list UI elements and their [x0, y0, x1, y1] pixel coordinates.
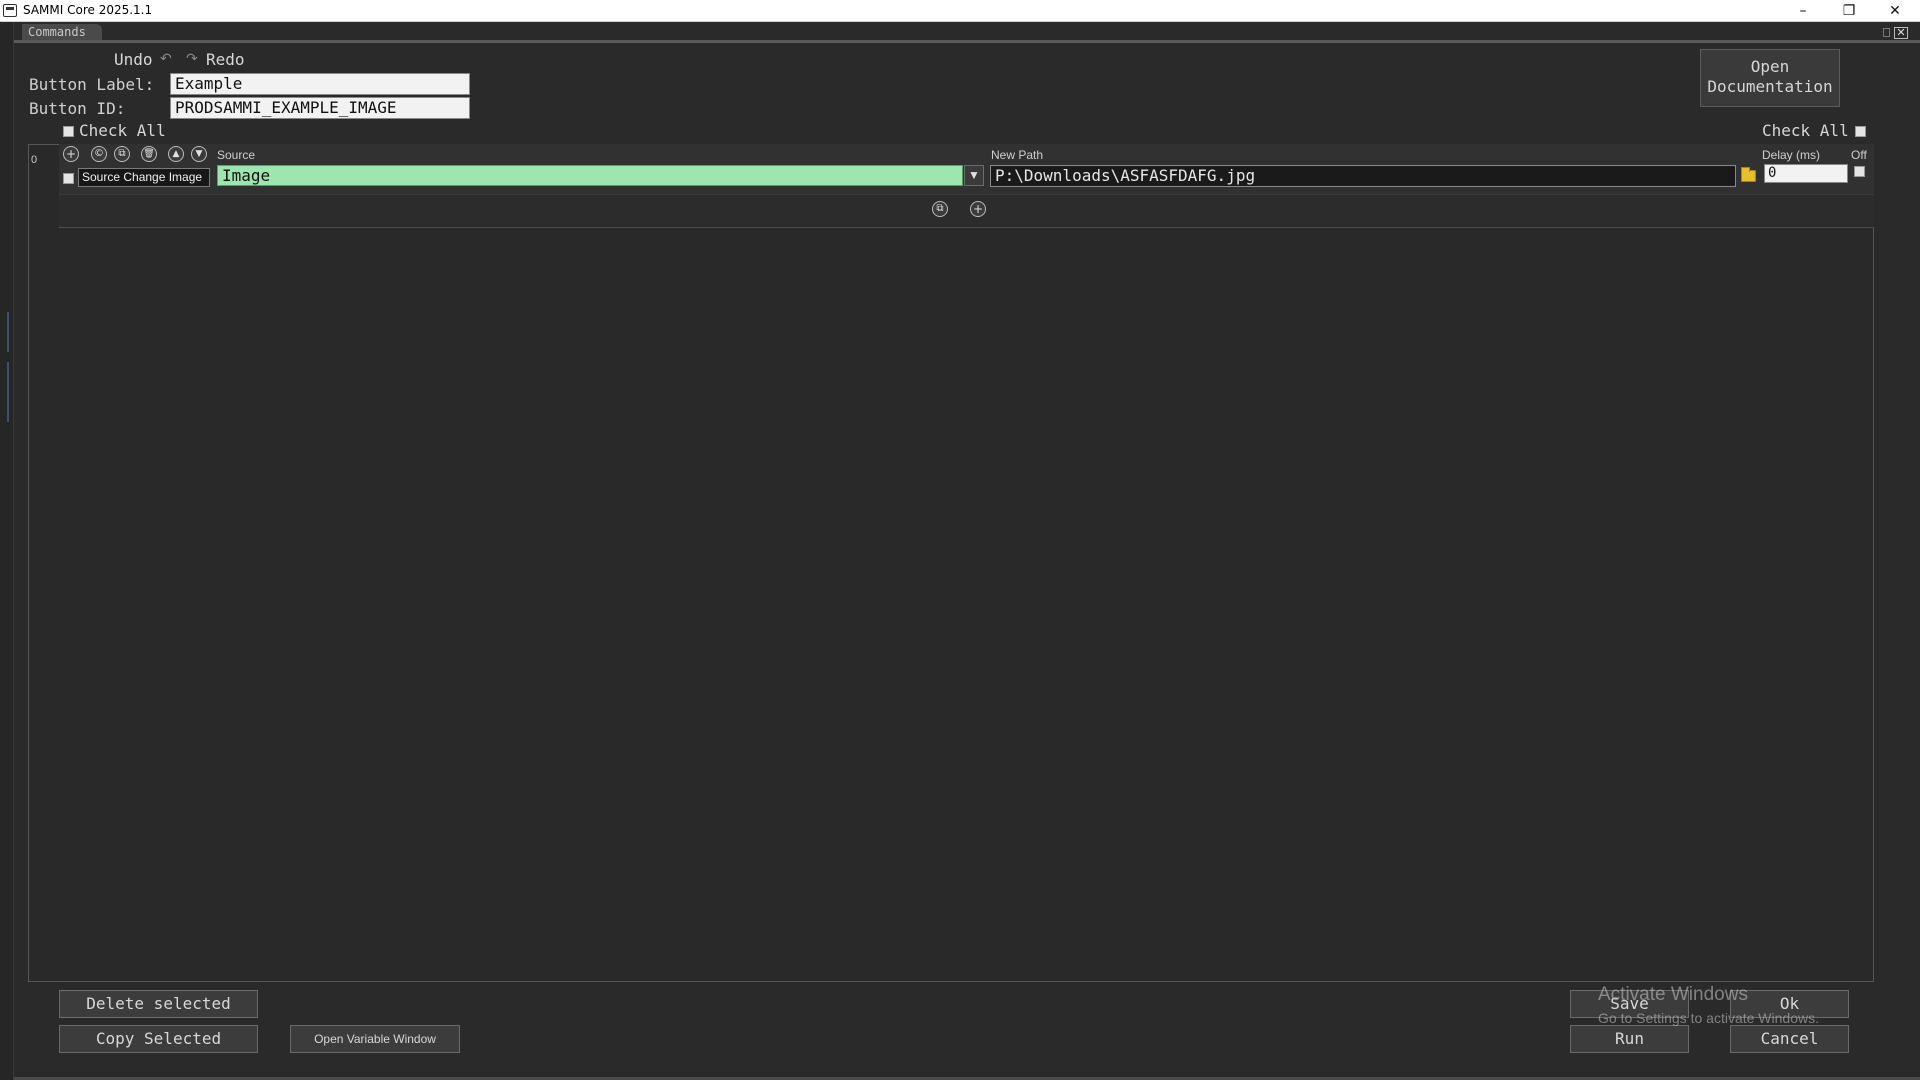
source-select[interactable]: Image [217, 165, 963, 186]
paste-command-icon[interactable]: ⧉ [114, 146, 130, 162]
tab-divider [14, 40, 1920, 43]
window-title: SAMMI Core 2025.1.1 [23, 3, 153, 17]
run-button[interactable]: Run [1570, 1025, 1689, 1053]
new-path-caption: New Path [991, 148, 1044, 162]
close-window-button[interactable]: ✕ [1872, 0, 1918, 22]
open-documentation-line1: Open [1750, 57, 1790, 76]
copy-selected-button[interactable]: Copy Selected [59, 1025, 258, 1053]
minimize-button[interactable]: – [1780, 0, 1826, 22]
check-all-right-label: Check All [1762, 121, 1849, 140]
redo-button[interactable]: Redo [206, 50, 245, 69]
delete-selected-button[interactable]: Delete selected [59, 990, 258, 1018]
open-documentation-line2: Documentation [1707, 77, 1833, 96]
button-id-caption: Button ID: [29, 99, 126, 118]
resize-handle-icon[interactable] [1883, 28, 1890, 37]
add-command-bar [59, 194, 1874, 228]
move-down-icon[interactable]: ▼ [191, 146, 207, 162]
tab-commands[interactable]: Commands [22, 24, 102, 40]
button-label-input[interactable]: Example [170, 73, 470, 95]
undo-button[interactable]: Undo [114, 50, 153, 69]
close-panel-icon[interactable]: ✕ [1894, 27, 1908, 39]
copy-command-icon[interactable]: © [91, 146, 107, 162]
move-up-icon[interactable]: ▲ [168, 146, 184, 162]
cancel-button[interactable]: Cancel [1730, 1025, 1849, 1053]
button-id-input[interactable]: PRODSAMMI_EXAMPLE_IMAGE [170, 97, 470, 119]
app-icon [3, 4, 17, 17]
new-path-input[interactable]: P:\Downloads\ASFASFDAFG.jpg [990, 165, 1736, 187]
off-caption: Off [1851, 148, 1867, 162]
folder-icon[interactable] [1741, 167, 1756, 182]
check-all-right-checkbox[interactable] [1855, 126, 1866, 137]
strip-mark [7, 362, 9, 422]
delete-command-icon[interactable]: 🗑 [141, 146, 157, 162]
redo-icon[interactable]: ↷ [186, 50, 202, 66]
undo-icon[interactable]: ↶ [160, 50, 176, 66]
check-all-left-label: Check All [79, 121, 166, 140]
commands-window: Commands ✕ Undo ↶ ↷ Redo Button Label: E… [0, 22, 1920, 1080]
left-side-strip [0, 22, 14, 1080]
paste-below-icon[interactable]: ⧉ [932, 201, 948, 217]
check-all-left-checkbox[interactable] [63, 126, 74, 137]
activate-windows-watermark: Activate Windows [1598, 984, 1748, 1005]
title-bar: SAMMI Core 2025.1.1 – ❐ ✕ [0, 0, 1920, 22]
add-command-icon[interactable]: + [63, 146, 79, 162]
row-index: 0 [31, 154, 38, 166]
add-below-icon[interactable]: + [970, 201, 986, 217]
source-caption: Source [217, 148, 256, 162]
command-name-label: Source Change Image [78, 168, 210, 187]
restore-button[interactable]: ❐ [1826, 0, 1872, 22]
strip-mark [7, 312, 9, 352]
delay-input[interactable]: 0 [1764, 164, 1848, 183]
open-documentation-button[interactable]: Open Documentation [1700, 49, 1840, 107]
chevron-down-icon[interactable]: ▼ [964, 165, 984, 186]
command-list-panel [28, 144, 1874, 982]
activate-windows-subtext: Go to Settings to activate Windows. [1598, 1010, 1819, 1026]
off-checkbox[interactable] [1854, 166, 1865, 177]
delay-caption: Delay (ms) [1762, 148, 1821, 162]
row-select-checkbox[interactable] [63, 173, 74, 184]
open-variable-window-button[interactable]: Open Variable Window [290, 1025, 460, 1053]
button-label-caption: Button Label: [29, 75, 155, 94]
